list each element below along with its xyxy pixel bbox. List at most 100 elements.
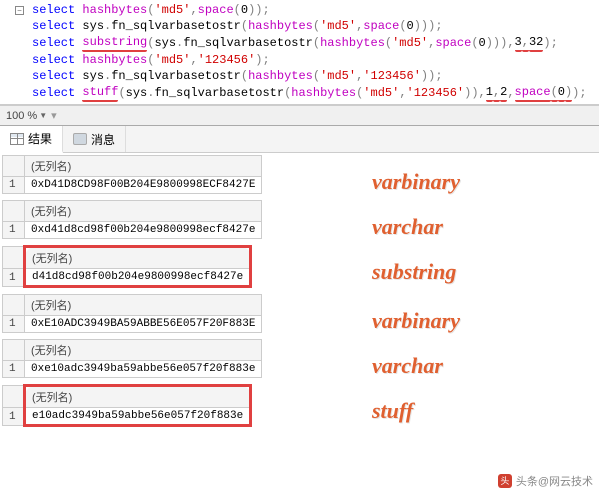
cell-value[interactable]: 0xD41D8CD98F00B204E9800998ECF8427E	[25, 177, 262, 194]
code-token: .	[104, 18, 111, 34]
row-number[interactable]: 1	[3, 316, 25, 333]
code-token: select	[32, 18, 82, 34]
code-token: (	[471, 35, 478, 51]
code-token: ;	[435, 18, 442, 34]
code-token: (	[313, 68, 320, 84]
column-header[interactable]: (无列名)	[25, 156, 262, 177]
code-token: space	[515, 84, 551, 102]
code-token: select	[32, 68, 82, 84]
zoom-bar: 100 % ▼ ▾	[0, 105, 599, 126]
results-pane[interactable]: (无列名)10xD41D8CD98F00B204E9800998ECF8427E…	[0, 153, 599, 493]
cell-value[interactable]: d41d8cd98f00b204e9800998ecf8427e	[25, 269, 251, 287]
corner-cell	[3, 156, 25, 177]
editor-line[interactable]: select sys.fn_sqlvarbasetostr(hashbytes(…	[0, 18, 599, 34]
code-token: 'md5'	[363, 85, 399, 101]
annotation-label: substring	[372, 259, 456, 285]
cell-value[interactable]: 0xe10adc3949ba59abbe56e057f20f883e	[25, 361, 262, 378]
message-icon	[73, 133, 87, 145]
corner-cell	[3, 247, 25, 269]
annotation-label: stuff	[372, 398, 413, 424]
code-token: hashbytes	[82, 2, 147, 18]
cell-value[interactable]: 0xE10ADC3949BA59ABBE56E057F20F883E	[25, 316, 262, 333]
editor-line[interactable]: select substring(sys.fn_sqlvarbasetostr(…	[0, 34, 599, 52]
zoom-dash: ▾	[51, 109, 57, 122]
column-header[interactable]: (无列名)	[25, 340, 262, 361]
row-number[interactable]: 1	[3, 177, 25, 194]
code-token: '123456'	[407, 85, 465, 101]
result-table[interactable]: (无列名)1d41d8cd98f00b204e9800998ecf8427e	[2, 245, 252, 288]
cell-value[interactable]: e10adc3949ba59abbe56e057f20f883e	[25, 408, 251, 426]
code-token: ))	[464, 85, 478, 101]
code-token: select	[32, 52, 82, 68]
annotation-label: varchar	[372, 353, 443, 379]
code-token: ,	[190, 2, 197, 18]
row-number[interactable]: 1	[3, 222, 25, 239]
code-token: ;	[435, 68, 442, 84]
code-token: .	[147, 85, 154, 101]
corner-cell	[3, 295, 25, 316]
column-header[interactable]: (无列名)	[25, 201, 262, 222]
code-token: hashbytes	[82, 52, 147, 68]
code-token: hashbytes	[248, 18, 313, 34]
tab-messages[interactable]: 消息	[63, 126, 126, 152]
editor-line[interactable]: −select hashbytes('md5',space(0));	[0, 2, 599, 18]
grid-icon	[10, 133, 24, 145]
code-token: ,	[428, 35, 435, 51]
code-token: )))	[486, 35, 508, 51]
code-token: ;	[262, 2, 269, 18]
result-table[interactable]: (无列名)1e10adc3949ba59abbe56e057f20f883e	[2, 384, 252, 427]
code-token: sys	[82, 68, 104, 84]
corner-cell	[3, 340, 25, 361]
code-token: fn_sqlvarbasetostr	[154, 85, 284, 101]
code-token: 0	[407, 18, 414, 34]
code-token: ,	[507, 85, 514, 101]
chevron-down-icon: ▼	[39, 111, 47, 120]
editor-line[interactable]: select sys.fn_sqlvarbasetostr(hashbytes(…	[0, 68, 599, 84]
result-block: (无列名)10xE10ADC3949BA59ABBE56E057F20F883E…	[2, 294, 597, 333]
code-token: space	[198, 2, 234, 18]
code-token: )))	[414, 18, 436, 34]
code-token: 'md5'	[392, 35, 428, 51]
row-number[interactable]: 1	[3, 361, 25, 378]
code-token: (	[147, 2, 154, 18]
tab-results[interactable]: 结果	[0, 126, 63, 153]
code-token: fn_sqlvarbasetostr	[111, 18, 241, 34]
code-token: '123456'	[198, 52, 256, 68]
row-number[interactable]: 1	[3, 408, 25, 426]
result-table[interactable]: (无列名)10xE10ADC3949BA59ABBE56E057F20F883E	[2, 294, 262, 333]
cell-value[interactable]: 0xd41d8cd98f00b204e9800998ecf8427e	[25, 222, 262, 239]
zoom-dropdown[interactable]: 100 % ▼	[6, 110, 47, 122]
code-token: '123456'	[363, 68, 421, 84]
code-token: ,	[356, 18, 363, 34]
annotation-label: varchar	[372, 214, 443, 240]
code-token: sys	[154, 35, 176, 51]
column-header[interactable]: (无列名)	[25, 295, 262, 316]
column-header[interactable]: (无列名)	[25, 386, 251, 408]
result-table[interactable]: (无列名)10xD41D8CD98F00B204E9800998ECF8427E	[2, 155, 262, 194]
column-header[interactable]: (无列名)	[25, 247, 251, 269]
code-token: select	[32, 85, 82, 101]
code-token: )	[543, 35, 550, 51]
code-token: ))	[248, 2, 262, 18]
code-token: fn_sqlvarbasetostr	[111, 68, 241, 84]
code-token: (	[356, 85, 363, 101]
code-token: sys	[82, 18, 104, 34]
editor-line[interactable]: select stuff(sys.fn_sqlvarbasetostr(hash…	[0, 84, 599, 102]
code-token: (	[284, 85, 291, 101]
result-block: (无列名)1e10adc3949ba59abbe56e057f20f883e st…	[2, 384, 597, 427]
result-table[interactable]: (无列名)10xd41d8cd98f00b204e9800998ecf8427e	[2, 200, 262, 239]
code-token: 0	[558, 84, 565, 102]
code-token: hashbytes	[320, 35, 385, 51]
zoom-value: 100 %	[6, 110, 37, 122]
code-token: (	[399, 18, 406, 34]
editor-line[interactable]: select hashbytes('md5','123456');	[0, 52, 599, 68]
result-table[interactable]: (无列名)10xe10adc3949ba59abbe56e057f20f883e	[2, 339, 262, 378]
code-token: )	[572, 85, 579, 101]
code-token: select	[32, 2, 82, 18]
row-number[interactable]: 1	[3, 269, 25, 287]
annotation-label: varbinary	[372, 308, 460, 334]
code-token: )	[255, 52, 262, 68]
result-block: (无列名)10xd41d8cd98f00b204e9800998ecf8427e…	[2, 200, 597, 239]
code-token: .	[176, 35, 183, 51]
sql-editor[interactable]: −select hashbytes('md5',space(0));select…	[0, 0, 599, 105]
